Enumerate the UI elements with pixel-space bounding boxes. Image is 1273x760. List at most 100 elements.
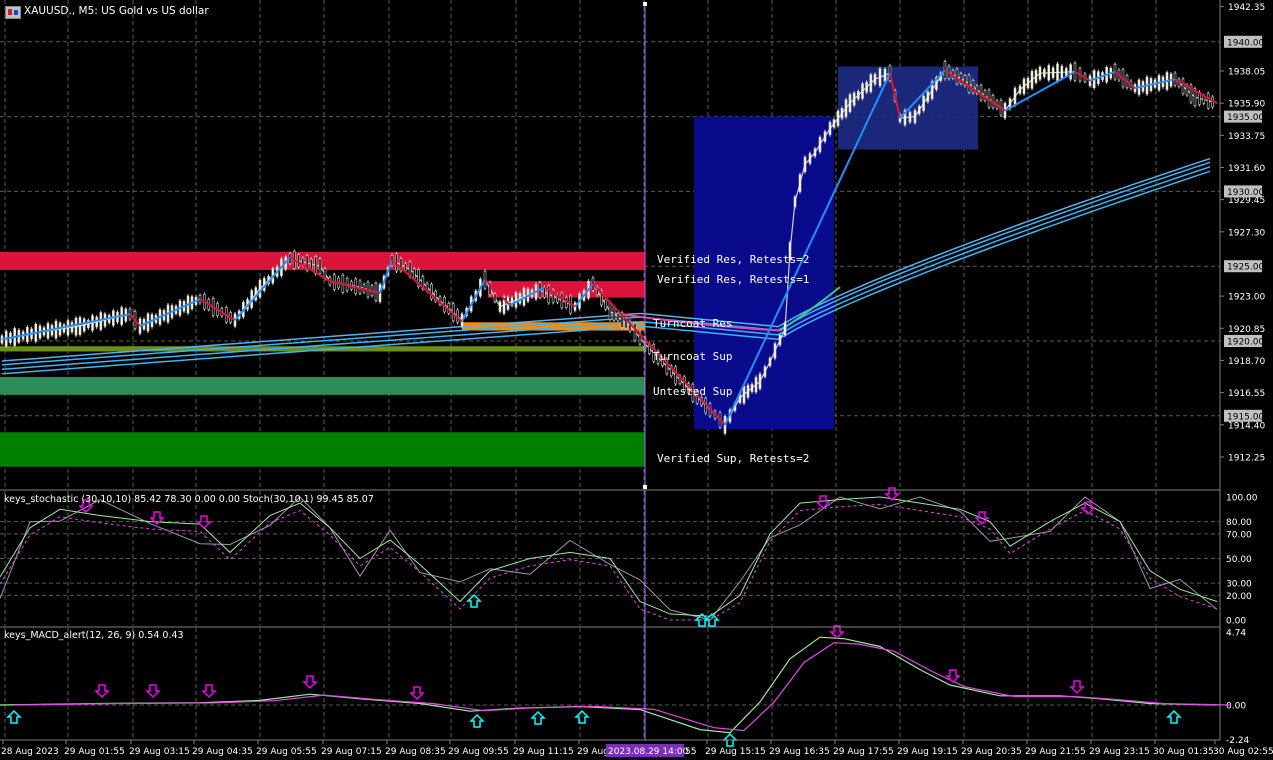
price-tick-label: 1942.35 <box>1228 3 1265 13</box>
candle-body <box>783 322 787 336</box>
time-tick-label: 29 Aug 05:55 <box>256 747 317 757</box>
level-label: 1940.00 <box>1227 38 1264 48</box>
candle-body <box>1069 64 1072 80</box>
zone-label: Verified Sup, Retests=2 <box>657 452 809 465</box>
time-tick-label: 29 Aug 21:55 <box>1025 747 1086 757</box>
candle-body <box>861 83 864 99</box>
candle-body <box>803 156 807 173</box>
stoch-tick-label: 30.00 <box>1226 580 1252 590</box>
stoch-tick-label: 0.00 <box>1226 617 1246 627</box>
candle-body <box>917 105 921 115</box>
candle-body <box>840 108 844 119</box>
zone-label: Untested Sup <box>653 385 732 398</box>
candle-body <box>836 110 840 127</box>
candle-body <box>926 91 930 102</box>
time-tick-label: 28 Aug 2023 <box>1 747 59 757</box>
candle-body <box>404 262 407 271</box>
candle-body <box>66 320 70 336</box>
sell-arrow-icon <box>145 684 161 699</box>
candle-body <box>1060 65 1064 79</box>
candle-body <box>612 307 616 321</box>
candle-body <box>832 119 836 128</box>
stochastic-title: keys_stochastic (30,10,10) 85.42 78.30 0… <box>4 494 374 505</box>
candle-body <box>1026 77 1030 89</box>
candle-body <box>808 153 812 164</box>
candle-body <box>844 99 848 118</box>
stoch-line <box>0 496 1218 617</box>
verified-sup-zone <box>0 432 645 467</box>
time-tick-label: 29 Aug 16:35 <box>769 747 830 757</box>
time-tick-label: 29 Aug 19:15 <box>897 747 958 757</box>
stoch-tick-label: 70.00 <box>1226 530 1252 540</box>
sell-arrow-icon <box>201 684 217 699</box>
chart-canvas[interactable]: Verified Res, Retests=2 Verified Res, Ret… <box>0 0 1273 760</box>
zigzag-segment <box>139 298 201 327</box>
verified-res-zone-2 <box>488 281 645 298</box>
candle-body <box>857 91 860 100</box>
candle-body <box>560 292 564 309</box>
candle-body <box>768 357 772 366</box>
candle-body <box>616 313 620 322</box>
price-tick-label: 1916.55 <box>1228 389 1265 399</box>
candle-body <box>518 293 522 304</box>
candle-body <box>869 74 873 93</box>
candle-body <box>746 384 750 398</box>
candle-body <box>1013 87 1017 106</box>
time-tick-label: 29 Aug 15:15 <box>705 747 766 757</box>
zigzag-segment <box>1074 70 1091 82</box>
cursor-time-label: 2023.08.29 14:00 <box>608 747 689 757</box>
stochastic-panel: 100.00 80.00 70.00 50.00 30.00 20.00 0.00 <box>0 487 1258 627</box>
candle-body <box>763 366 767 377</box>
untested-sup-zone <box>0 376 645 395</box>
candle-body <box>1043 68 1046 78</box>
candle-body <box>971 80 975 94</box>
sell-arrow-icon <box>302 675 318 690</box>
macd-signal-line <box>13 642 1232 732</box>
sell-arrow-icon <box>945 669 961 684</box>
candle-body <box>758 373 762 390</box>
candle-body <box>742 385 746 404</box>
candle-body <box>1181 78 1185 95</box>
crosshair-handle <box>643 2 647 6</box>
buy-arrow-icon <box>466 593 482 608</box>
candle-body <box>1206 93 1210 109</box>
candle-body <box>78 317 82 335</box>
price-tick-label: 1933.75 <box>1228 132 1265 142</box>
level-label: 1920.00 <box>1227 338 1264 348</box>
price-line <box>1 69 1218 426</box>
buy-arrow-icon <box>469 713 485 728</box>
candle-body <box>865 81 868 93</box>
candle-body <box>848 94 852 112</box>
macd-tick-label: 0.00 <box>1226 702 1246 712</box>
candle-body <box>633 323 637 341</box>
time-tick-label: 29 Aug 04:35 <box>192 747 253 757</box>
zone-label: Turncoat Res <box>653 317 732 330</box>
candle-body <box>318 258 322 274</box>
macd-panel: 4.74 0.00 -2.24 <box>0 625 1250 747</box>
buy-arrow-icon <box>1166 709 1182 724</box>
moving-average-line <box>1 170 1211 375</box>
zone-label: Turncoat Sup <box>653 350 732 363</box>
candle-body <box>979 85 983 101</box>
zone-label: Verified Res, Retests=2 <box>657 253 809 266</box>
candle-body <box>1030 70 1034 89</box>
candle-body <box>798 174 802 192</box>
candle-body <box>430 284 433 300</box>
candle-body <box>604 299 608 310</box>
trading-chart-window: XAUUSD., M5: US Gold vs US dollar Verifi… <box>0 0 1273 760</box>
candle-body <box>818 136 822 153</box>
candle-body <box>1056 63 1059 82</box>
price-tick-label: 1935.90 <box>1228 100 1265 110</box>
time-tick-label: 29 Aug 11:15 <box>513 747 574 757</box>
candle-body <box>608 302 612 320</box>
stoch-tick-label: 80.00 <box>1226 518 1252 528</box>
candle-body <box>62 324 66 333</box>
candle-body <box>793 196 797 208</box>
candle-body <box>913 110 917 124</box>
candle-body <box>258 279 262 298</box>
candle-body <box>873 73 877 85</box>
macd-tick-label: 4.74 <box>1226 629 1246 639</box>
candle-body <box>358 280 362 294</box>
candle-body <box>754 377 758 393</box>
candle-body <box>1064 68 1068 77</box>
